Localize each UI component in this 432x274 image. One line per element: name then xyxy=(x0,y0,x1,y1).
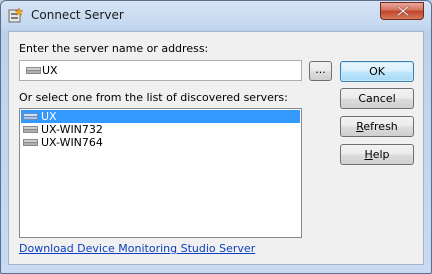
server-list-label: Or select one from the list of discovere… xyxy=(19,91,288,104)
close-button[interactable] xyxy=(380,2,424,20)
server-icon xyxy=(23,139,38,146)
download-server-link[interactable]: Download Device Monitoring Studio Server xyxy=(19,242,255,255)
ok-button[interactable]: OK xyxy=(340,61,414,82)
address-label: Enter the server name or address: xyxy=(19,42,209,55)
server-icon xyxy=(23,113,38,120)
cancel-button[interactable]: Cancel xyxy=(340,88,414,109)
list-item-label: UX-WIN764 xyxy=(41,136,103,149)
list-item-label: UX xyxy=(41,110,57,123)
dialog-body: Enter the server name or address: UX ...… xyxy=(8,31,424,265)
server-icon xyxy=(23,126,38,133)
list-item[interactable]: UX-WIN732 xyxy=(21,123,300,136)
list-item-label: UX-WIN732 xyxy=(41,123,103,136)
help-button[interactable]: Help xyxy=(340,144,414,165)
server-address-value: UX xyxy=(42,64,58,77)
connect-server-icon xyxy=(8,7,24,23)
server-address-input[interactable]: UX xyxy=(19,60,302,81)
list-item[interactable]: UX xyxy=(21,110,300,123)
close-x-icon xyxy=(397,6,409,16)
refresh-label-rest: efresh xyxy=(363,120,398,133)
server-icon xyxy=(26,67,41,74)
window-title: Connect Server xyxy=(31,8,124,22)
help-label-rest: elp xyxy=(372,148,390,161)
list-item[interactable]: UX-WIN764 xyxy=(21,136,300,149)
help-accelerator: H xyxy=(364,148,373,161)
refresh-button[interactable]: Refresh xyxy=(340,116,414,137)
browse-button[interactable]: ... xyxy=(309,61,332,81)
dialog-window: Connect Server Enter the server name or … xyxy=(0,0,432,274)
server-list[interactable]: UX UX-WIN732 UX-WIN764 xyxy=(19,108,302,238)
title-bar[interactable]: Connect Server xyxy=(1,1,431,31)
